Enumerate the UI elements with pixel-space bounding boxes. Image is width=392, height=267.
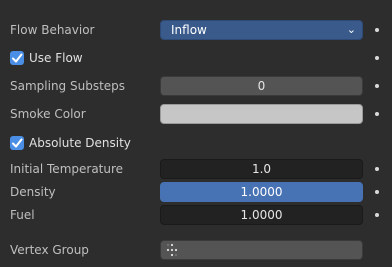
use-flow-row[interactable]: Use Flow — [0, 48, 392, 68]
fuel-row: Fuel 1.0000 — [0, 205, 392, 225]
smoke-color-row: Smoke Color — [0, 104, 392, 124]
use-flow-checkbox[interactable] — [10, 51, 24, 65]
checkmark-icon — [12, 53, 23, 63]
animate-property-dot-icon[interactable] — [375, 213, 379, 217]
sampling-substeps-label: Sampling Substeps — [10, 79, 126, 93]
smoke-color-label: Smoke Color — [10, 107, 86, 121]
initial-temperature-row: Initial Temperature 1.0 — [0, 159, 392, 179]
vertex-group-row: Vertex Group — [0, 240, 392, 260]
chevron-down-icon: ⌄ — [346, 23, 356, 36]
checkmark-icon — [12, 138, 23, 148]
fuel-label: Fuel — [10, 208, 35, 222]
absolute-density-row[interactable]: Absolute Density — [0, 133, 392, 153]
smoke-color-swatch[interactable] — [160, 104, 363, 124]
sampling-substeps-row: Sampling Substeps 0 — [0, 76, 392, 96]
density-row: Density 1.0000 — [0, 182, 392, 202]
animate-property-dot-icon[interactable] — [375, 167, 379, 171]
animate-property-dot-icon[interactable] — [375, 28, 379, 32]
flow-behavior-value: Inflow — [171, 23, 207, 37]
sampling-substeps-field[interactable]: 0 — [160, 76, 363, 96]
absolute-density-checkbox[interactable] — [10, 136, 24, 150]
animate-property-dot-icon[interactable] — [375, 56, 379, 60]
flow-behavior-row: Flow Behavior Inflow ⌄ — [0, 20, 392, 40]
initial-temperature-field[interactable]: 1.0 — [160, 159, 363, 179]
initial-temperature-label: Initial Temperature — [10, 162, 124, 176]
animate-property-dot-icon[interactable] — [375, 84, 379, 88]
density-label: Density — [10, 185, 56, 199]
absolute-density-label: Absolute Density — [29, 136, 131, 150]
use-flow-label: Use Flow — [29, 51, 83, 65]
vertex-group-label: Vertex Group — [10, 243, 89, 257]
vertex-group-field[interactable] — [160, 240, 363, 260]
flow-behavior-label: Flow Behavior — [10, 23, 95, 37]
density-field[interactable]: 1.0000 — [160, 182, 363, 202]
vertex-group-icon — [166, 243, 178, 257]
flow-behavior-dropdown[interactable]: Inflow ⌄ — [160, 20, 363, 40]
fuel-field[interactable]: 1.0000 — [160, 205, 363, 225]
animate-property-dot-icon[interactable] — [375, 190, 379, 194]
animate-property-dot-icon[interactable] — [375, 112, 379, 116]
